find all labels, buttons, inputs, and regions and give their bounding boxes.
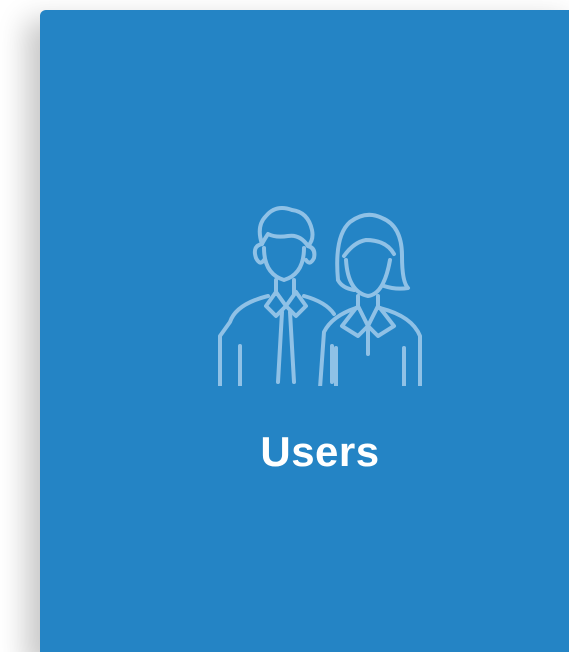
users-tile[interactable]: Users [40,10,569,652]
tile-label: Users [260,428,380,475]
users-icon [216,196,424,386]
